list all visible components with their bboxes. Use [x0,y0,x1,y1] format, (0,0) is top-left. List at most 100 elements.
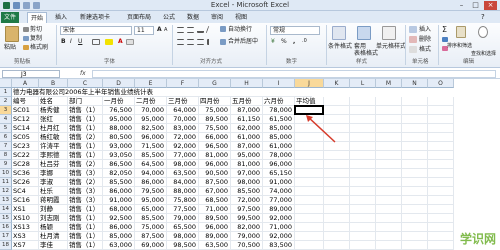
table-cell[interactable] [402,223,428,232]
table-cell[interactable]: 销售（1） [68,205,103,214]
table-cell[interactable]: 61,000 [263,142,295,151]
table-cell[interactable]: 79,500 [135,187,167,196]
table-cell[interactable]: 杜吕芬 [39,160,68,169]
table-cell[interactable]: 62,000 [231,124,263,133]
table-cell[interactable]: 李娜 [39,169,68,178]
column-header-b[interactable]: B [39,79,68,88]
phonetic-icon[interactable] [126,39,134,45]
tab-file[interactable]: 文件 [1,12,20,23]
table-cell[interactable]: 销售（1） [68,223,103,232]
table-cell[interactable] [376,160,402,169]
table-cell[interactable] [428,178,454,187]
table-cell[interactable]: 94,000 [135,169,167,178]
table-cell[interactable] [402,133,428,142]
table-cell[interactable]: 77,500 [167,205,199,214]
table-cell[interactable]: 99,500 [231,214,263,223]
table-cell[interactable]: 销售（1） [68,241,103,250]
table-cell[interactable]: SC28 [12,160,39,169]
table-cell[interactable]: 68,500 [199,196,231,205]
shrink-font-icon[interactable]: A [164,27,167,34]
column-header-e[interactable]: E [135,79,167,88]
table-cell[interactable] [428,106,454,115]
table-cell[interactable]: 91,000 [103,196,135,205]
wrap-text-button[interactable]: 自动换行 [228,26,252,33]
table-cell[interactable]: 85,000 [103,232,135,241]
table-cell[interactable] [428,196,454,205]
table-cell[interactable]: 85,500 [135,151,167,160]
table-cell[interactable] [350,196,376,205]
row-header[interactable]: 9 [0,160,12,169]
table-cell[interactable]: 销售（3） [68,169,103,178]
column-header-c[interactable]: C [68,79,103,88]
table-cell[interactable]: 84,000 [167,178,199,187]
table-cell[interactable]: 98,000 [167,160,199,169]
tab-formulas[interactable]: 公式 [160,12,178,23]
column-header-l[interactable]: L [350,79,376,88]
autosum-icon[interactable]: Σ [442,26,447,34]
table-cell[interactable] [376,124,402,133]
table-cell[interactable]: 刘静 [39,205,68,214]
table-cell[interactable] [402,187,428,196]
table-cell[interactable]: 85,000 [263,133,295,142]
find-select-button[interactable]: 查找和选择 [471,51,496,58]
table-cell[interactable]: 86,000 [103,187,135,196]
table-cell[interactable] [324,178,350,187]
tab-page-layout[interactable]: 页面布局 [124,12,154,23]
italic-icon[interactable]: I [70,38,72,45]
column-header-g[interactable]: G [199,79,231,88]
table-cell[interactable] [402,232,428,241]
tab-review[interactable]: 审阅 [208,12,226,23]
tab-home[interactable]: 开始 [27,12,48,23]
table-cell[interactable]: 97,500 [231,205,263,214]
table-cell[interactable] [402,178,428,187]
table-cell[interactable]: 销售（3） [68,187,103,196]
table-cell[interactable]: 87,000 [231,106,263,115]
table-cell[interactable]: 89,000 [263,205,295,214]
row-header[interactable]: 6 [0,133,12,142]
table-cell[interactable]: 65,000 [135,205,167,214]
paste-button[interactable]: 粘贴 [4,44,16,51]
table-cell[interactable]: 97,000 [231,169,263,178]
table-cell[interactable] [350,205,376,214]
table-cell[interactable]: 91,000 [263,178,295,187]
table-cell[interactable]: 李淑 [39,178,68,187]
table-cell[interactable] [402,151,428,160]
table-cell[interactable]: 63,500 [199,241,231,250]
table-cell[interactable] [324,223,350,232]
table-cell[interactable] [324,160,350,169]
table-cell[interactable]: 71,000 [263,223,295,232]
row-header[interactable]: 5 [0,124,12,133]
table-cell[interactable]: 63,500 [167,169,199,178]
row-header[interactable]: 1 [0,88,12,97]
table-cell[interactable]: 72,000 [167,133,199,142]
row-header[interactable]: 18 [0,241,12,250]
table-cell[interactable] [295,187,324,196]
column-header-o[interactable]: O [428,79,454,88]
table-cell[interactable]: 93,000 [103,142,135,151]
table-cell[interactable] [324,205,350,214]
table-cell[interactable]: 65,500 [167,223,199,232]
table-cell[interactable]: 70,000 [135,106,167,115]
table-cell[interactable]: XS7 [12,241,39,250]
table-cell[interactable]: 96,000 [135,133,167,142]
table-cell[interactable]: 83,500 [263,241,295,250]
cut-button[interactable]: 剪切 [30,26,42,33]
table-cell[interactable] [376,151,402,160]
row-header[interactable]: 8 [0,151,12,160]
table-cell[interactable]: 79,000 [167,214,199,223]
table-cell[interactable] [428,160,454,169]
table-cell[interactable]: 89,000 [199,232,231,241]
align-middle-icon[interactable] [187,27,194,33]
table-cell[interactable]: 销售（2） [68,178,103,187]
table-cell[interactable] [376,205,402,214]
table-cell[interactable]: 杜月红 [39,124,68,133]
table-cell[interactable] [324,214,350,223]
table-cell[interactable]: 李佳 [39,241,68,250]
table-header-cell[interactable] [428,97,454,106]
table-cell[interactable] [295,160,324,169]
fill-icon[interactable] [442,37,448,42]
table-cell[interactable]: 销售（1） [68,106,103,115]
table-cell[interactable] [428,133,454,142]
table-cell[interactable]: XS1 [12,205,39,214]
table-cell[interactable] [376,115,402,124]
